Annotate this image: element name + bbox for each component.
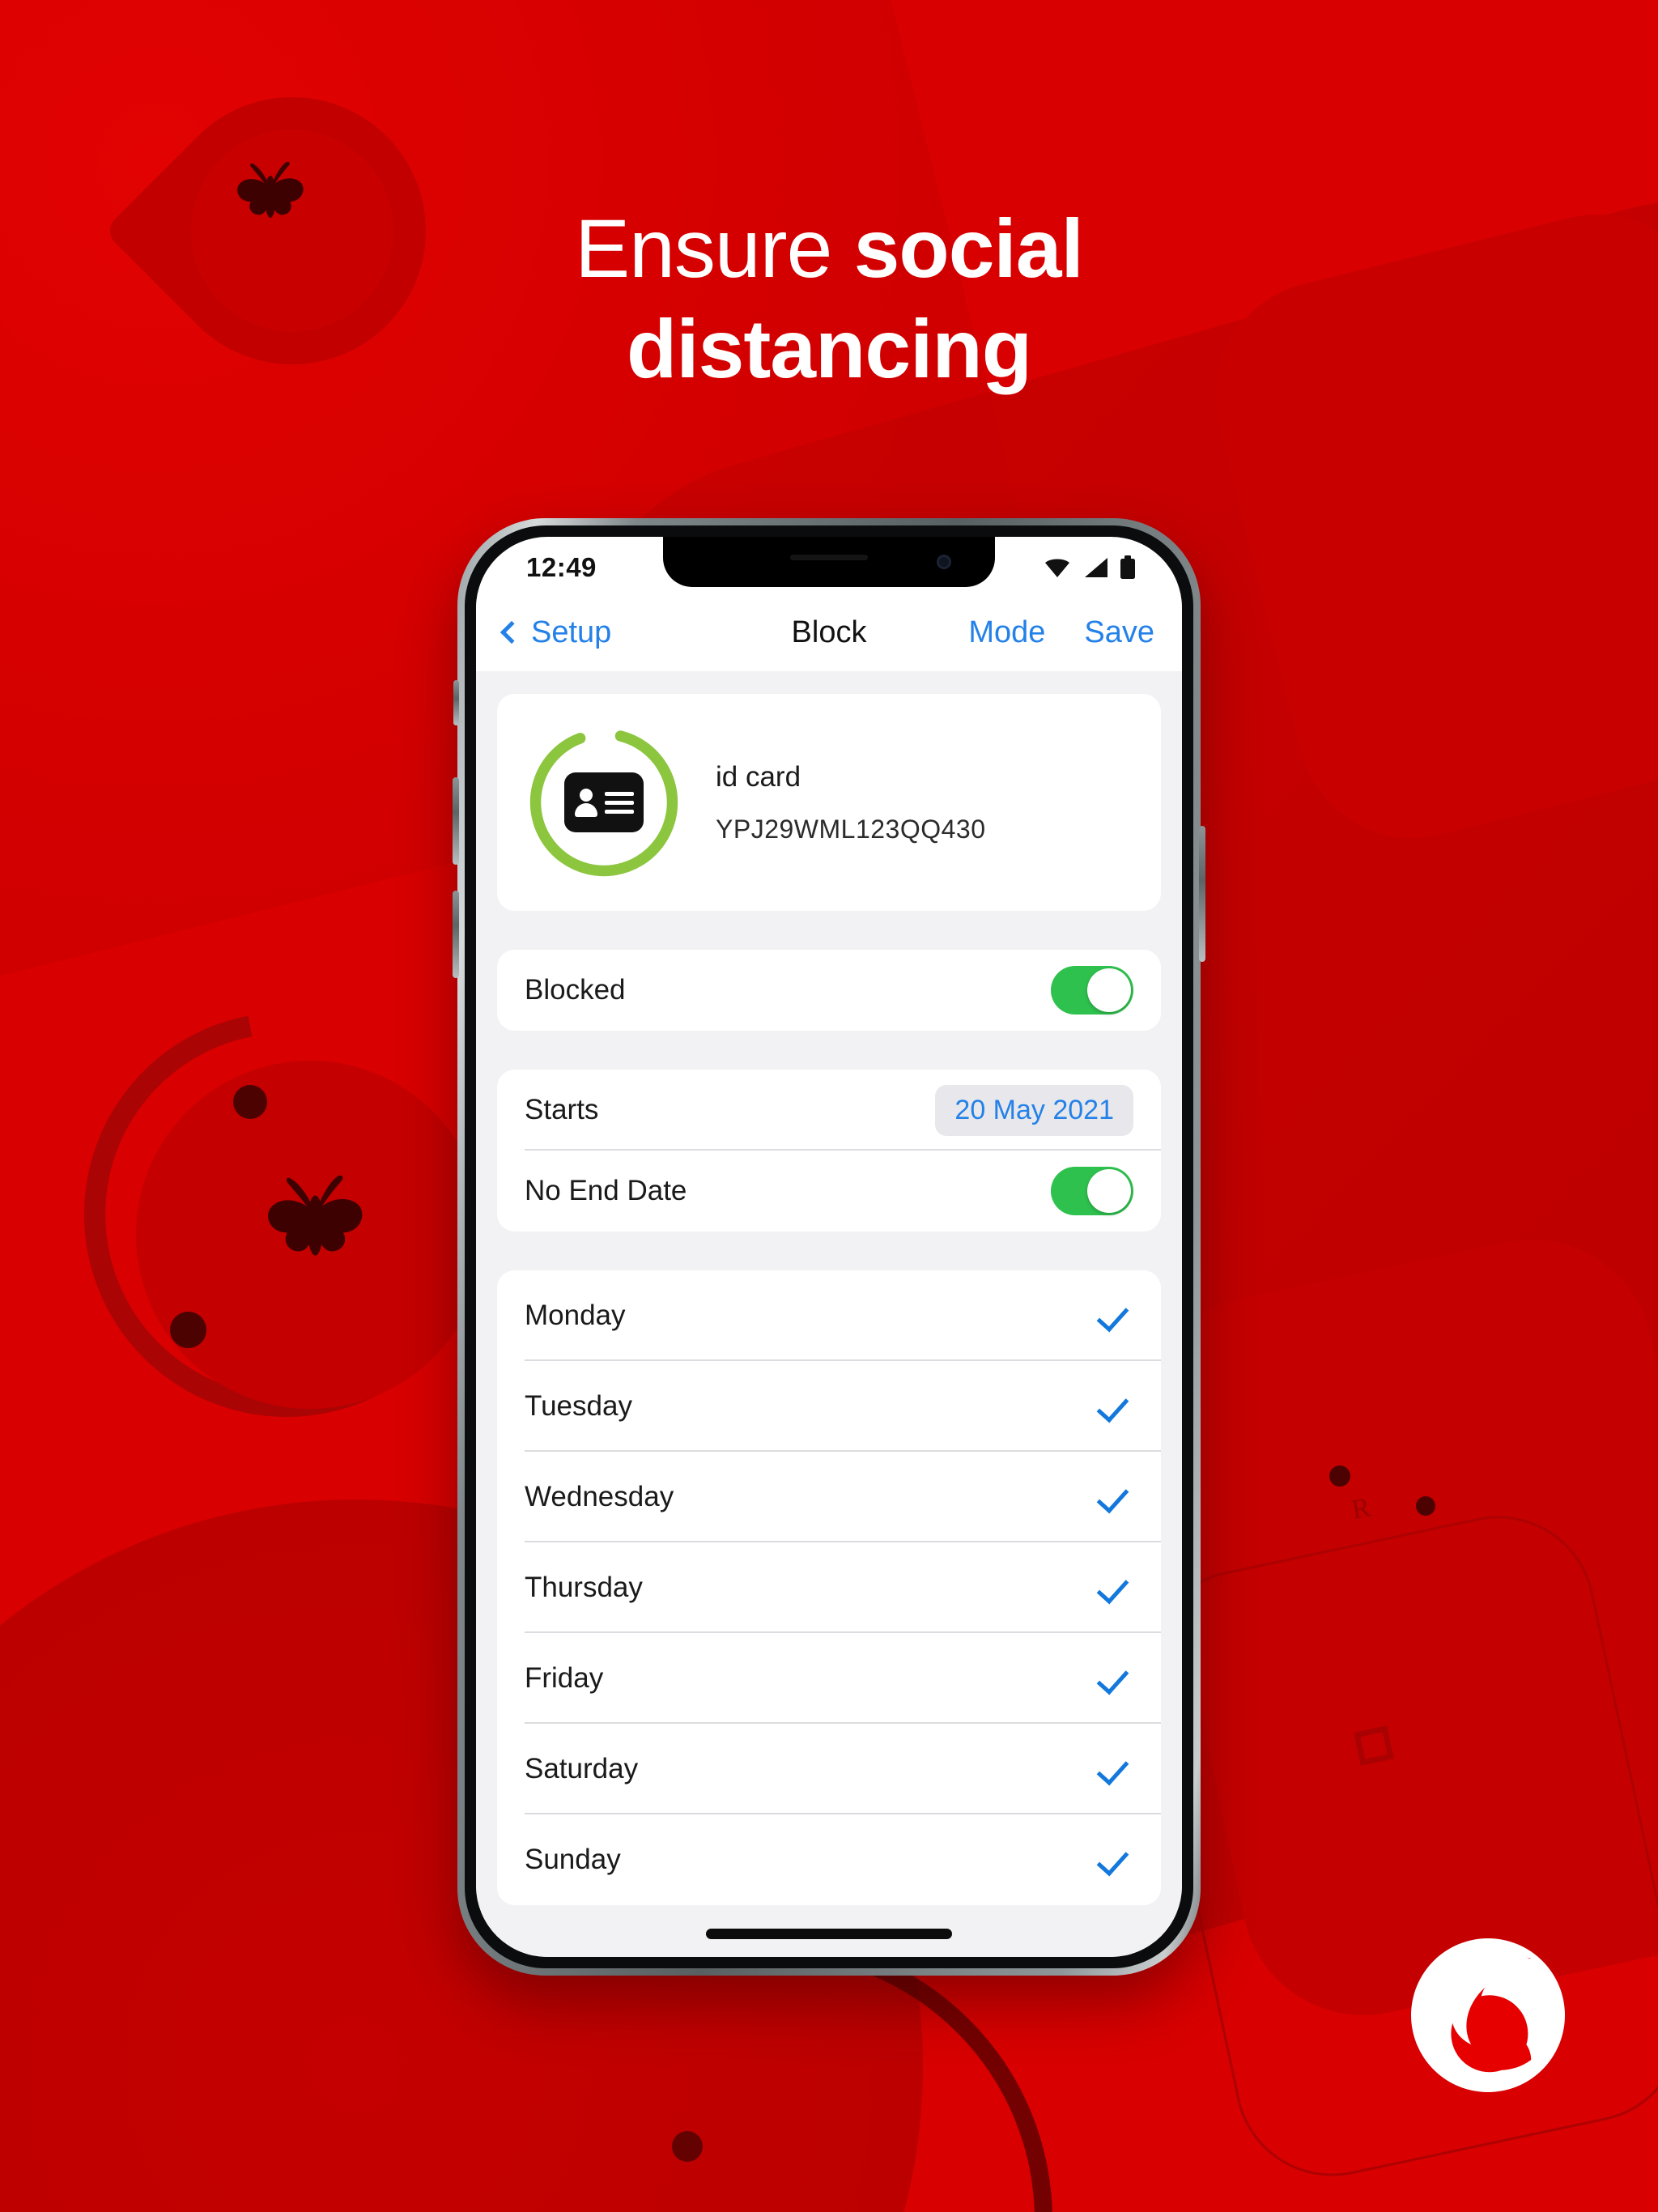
bg-dot (672, 2131, 703, 2162)
phone-power-button[interactable] (1199, 826, 1205, 962)
bg-dot (1329, 1465, 1350, 1487)
checkmark-icon (1099, 1482, 1129, 1512)
blocked-section: Blocked (497, 950, 1161, 1031)
bg-rounded-square-outline (1129, 1498, 1658, 2194)
promo-screenshot: R Ensure social distancing 12:49 Setup B… (0, 0, 1658, 2212)
day-row-thursday[interactable]: Thursday (497, 1542, 1161, 1633)
blocked-row[interactable]: Blocked (497, 950, 1161, 1031)
device-name: id card (716, 760, 801, 793)
status-bar: 12:49 (476, 537, 1182, 593)
day-row-control (1099, 1392, 1133, 1421)
device-info: id card YPJ29WML123QQ430 (716, 761, 986, 844)
phone-volume-down-button[interactable] (453, 891, 459, 978)
id-card-icon (564, 772, 644, 832)
day-row-control (1099, 1845, 1133, 1874)
device-card[interactable]: id card YPJ29WML123QQ430 (497, 694, 1161, 911)
bg-dot (233, 1085, 267, 1119)
phone-bezel: 12:49 Setup Block Mode Save id card YPJ2… (465, 525, 1193, 1968)
day-row-control (1099, 1573, 1133, 1602)
day-label: Thursday (525, 1572, 643, 1603)
day-label: Monday (525, 1300, 626, 1331)
day-row-friday[interactable]: Friday (497, 1633, 1161, 1724)
day-row-control (1099, 1664, 1133, 1693)
day-row-control (1099, 1755, 1133, 1784)
day-label: Wednesday (525, 1481, 674, 1512)
day-label: Tuesday (525, 1390, 632, 1422)
headline-bold-2: distancing (626, 303, 1032, 396)
day-row-control (1099, 1482, 1133, 1512)
status-bar-time: 12:49 (526, 552, 597, 582)
navigation-actions: Mode Save (968, 615, 1154, 650)
day-label: Friday (525, 1662, 604, 1694)
save-button[interactable]: Save (1084, 615, 1154, 650)
mode-button[interactable]: Mode (968, 615, 1045, 650)
checkmark-icon (1099, 1664, 1129, 1693)
phone-mockup: 12:49 Setup Block Mode Save id card YPJ2… (453, 518, 1205, 1976)
start-date-picker[interactable]: 20 May 2021 (935, 1084, 1133, 1136)
phone-silent-switch[interactable] (453, 680, 459, 725)
id-card-lines (605, 791, 634, 814)
phone-volume-up-button[interactable] (453, 777, 459, 865)
day-row-control (1099, 1301, 1133, 1330)
blocked-label: Blocked (525, 974, 626, 1006)
day-label: Sunday (525, 1844, 621, 1875)
device-status-ring (526, 725, 682, 880)
settings-content: id card YPJ29WML123QQ430 Blocked Starts … (476, 671, 1182, 1957)
home-indicator[interactable] (706, 1929, 952, 1939)
no-end-date-row[interactable]: No End Date (497, 1151, 1161, 1231)
day-row-sunday[interactable]: Sunday (497, 1814, 1161, 1905)
headline-line-2: distancing (0, 299, 1658, 399)
no-end-date-label: No End Date (525, 1175, 687, 1206)
toggle-knob (1087, 968, 1131, 1012)
checkmark-icon (1099, 1301, 1129, 1330)
navigation-bar: Setup Block Mode Save (476, 593, 1182, 671)
day-row-saturday[interactable]: Saturday (497, 1724, 1161, 1814)
battery-icon (1120, 555, 1135, 579)
toggle-knob (1087, 1169, 1131, 1213)
headline-bold-1: social (853, 202, 1084, 295)
vodafone-speechmark-icon (1451, 1955, 1533, 2073)
starts-label: Starts (525, 1094, 599, 1125)
blocked-toggle[interactable] (1051, 966, 1133, 1015)
day-row-monday[interactable]: Monday (497, 1270, 1161, 1361)
starts-row[interactable]: Starts 20 May 2021 (497, 1070, 1161, 1151)
headline-line-1: Ensure social (0, 198, 1658, 299)
person-silhouette-icon (574, 787, 598, 818)
device-serial: YPJ29WML123QQ430 (716, 814, 986, 844)
cellular-signal-icon (1085, 558, 1107, 577)
blocked-row-control (1051, 966, 1133, 1015)
status-bar-icons (1043, 555, 1137, 580)
day-label: Saturday (525, 1753, 639, 1784)
no-end-date-toggle[interactable] (1051, 1167, 1133, 1215)
checkmark-icon (1099, 1755, 1129, 1784)
phone-screen: 12:49 Setup Block Mode Save id card YPJ2… (476, 537, 1182, 1957)
vodafone-logo (1411, 1938, 1565, 2092)
no-end-date-row-control (1051, 1167, 1133, 1215)
starts-row-control: 20 May 2021 (935, 1084, 1133, 1136)
bg-dot (1416, 1496, 1435, 1516)
headline: Ensure social distancing (0, 198, 1658, 400)
butterfly-icon (257, 1170, 371, 1267)
day-row-tuesday[interactable]: Tuesday (497, 1361, 1161, 1452)
checkmark-icon (1099, 1392, 1129, 1421)
days-section: Monday Tuesday Wednesday Thursday Friday… (497, 1270, 1161, 1905)
schedule-section: Starts 20 May 2021 No End Date (497, 1070, 1161, 1231)
wifi-icon (1045, 559, 1069, 577)
checkmark-icon (1099, 1845, 1129, 1874)
day-row-wednesday[interactable]: Wednesday (497, 1452, 1161, 1542)
checkmark-icon (1099, 1573, 1129, 1602)
bg-dot (170, 1312, 206, 1348)
headline-regular: Ensure (575, 202, 854, 295)
bg-small-square (1354, 1725, 1394, 1766)
